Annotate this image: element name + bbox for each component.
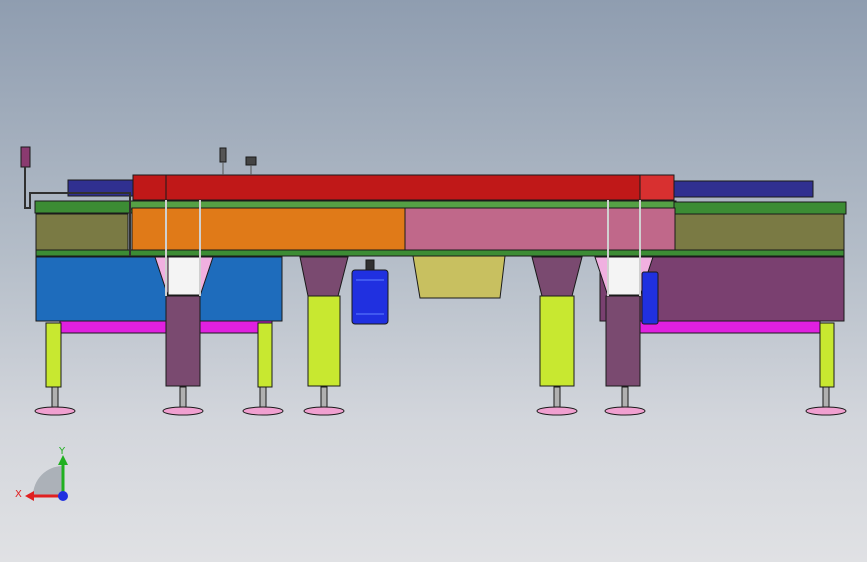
motor-icon-right (641, 271, 659, 325)
green-strip-left (34, 200, 136, 214)
purple-bracket-2 (531, 256, 583, 297)
pink-panel (404, 207, 676, 251)
cad-viewport[interactable]: X Y (0, 0, 867, 562)
foot-stems (51, 386, 830, 408)
olive-box-left (35, 213, 129, 255)
lime-leg-3 (819, 322, 835, 388)
orange-panel (131, 207, 406, 251)
khaki-plate (412, 255, 506, 299)
control-box (20, 146, 31, 168)
y-axis-label: Y (58, 446, 66, 457)
magenta-bar-right (639, 320, 821, 334)
motor-icon (351, 259, 389, 325)
x-axis-label: X (15, 489, 22, 500)
purple-leg-left (165, 295, 201, 387)
green-base-strip (35, 249, 845, 257)
white-plate-right (607, 256, 641, 296)
lime-leg-2 (257, 322, 273, 388)
purple-bracket-1 (299, 256, 349, 297)
dark-purple-cover-right (673, 180, 814, 198)
conveyor-machine-drawing: X Y (15, 146, 847, 501)
sensor-icon (219, 147, 257, 175)
red-top-rail-cap-right (639, 174, 675, 201)
purple-leg-right (605, 295, 641, 387)
axis-triad-icon: X Y (15, 446, 68, 501)
olive-box-right (673, 213, 845, 255)
red-top-rail (132, 174, 675, 201)
lime-post-1 (307, 295, 341, 387)
foot-pads (34, 406, 847, 416)
lime-leg-1 (45, 322, 62, 388)
red-top-rail-cap-left (132, 174, 167, 201)
green-strip-right (673, 201, 847, 215)
white-plate-left (167, 256, 201, 296)
lime-post-2 (539, 295, 575, 387)
